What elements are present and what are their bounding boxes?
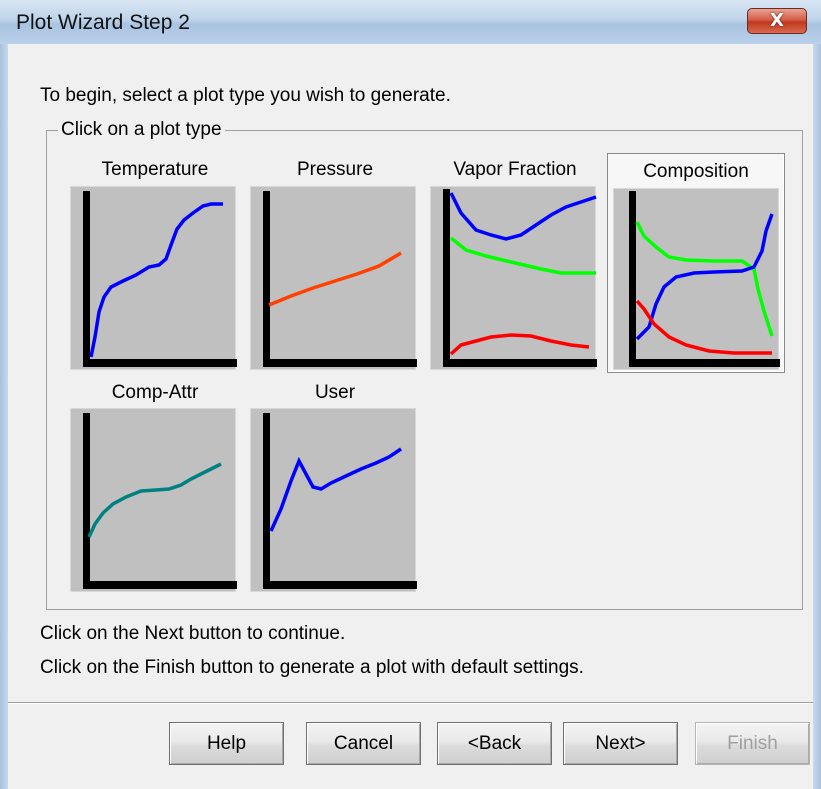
plot-type-comp-attr[interactable]: Comp-Attr [70,378,240,593]
comp-attr-plot-icon [70,408,237,592]
next-button[interactable]: Next> [563,722,678,765]
plot-type-group-label: Click on a plot type [58,119,225,141]
button-separator [8,702,813,704]
window-frame-left [0,44,8,789]
close-icon: X [770,10,784,31]
plot-wizard-window: Plot Wizard Step 2 X To begin, select a … [0,0,821,789]
composition-plot-icon [613,188,780,370]
cancel-button[interactable]: Cancel [306,722,421,765]
plot-type-composition[interactable]: Composition [607,153,785,373]
plot-type-user[interactable]: User [250,378,420,593]
plot-type-vapor-fraction[interactable]: Vapor Fraction [430,155,600,370]
plot-type-temperature[interactable]: Temperature [70,155,240,370]
user-plot-icon [250,408,417,592]
plot-type-label: Composition [643,161,749,182]
plot-type-label: Vapor Fraction [453,159,577,180]
window-title: Plot Wizard Step 2 [16,11,190,34]
finish-hint-text: Click on the Finish button to generate a… [40,657,584,678]
instruction-text: To begin, select a plot type you wish to… [40,85,451,106]
vapor-fraction-plot-icon [430,186,597,370]
plot-type-pressure[interactable]: Pressure [250,155,420,370]
next-hint-text: Click on the Next button to continue. [40,623,346,644]
plot-type-label: Temperature [101,159,209,180]
finish-button[interactable]: Finish [695,722,810,765]
close-button[interactable]: X [747,8,807,34]
back-button[interactable]: <Back [437,722,552,765]
window-frame-right [813,44,821,789]
help-button[interactable]: Help [169,722,284,765]
temperature-plot-icon [70,186,237,370]
title-bar[interactable]: Plot Wizard Step 2 X [0,0,821,45]
pressure-plot-icon [250,186,417,370]
plot-type-label: User [314,382,356,403]
plot-type-label: Comp-Attr [111,382,199,403]
plot-type-label: Pressure [296,159,374,180]
